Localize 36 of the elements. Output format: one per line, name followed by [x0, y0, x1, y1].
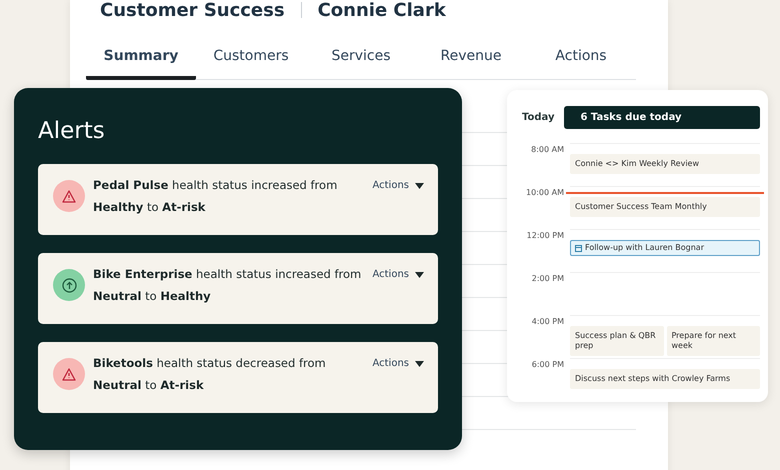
calendar-event[interactable]: Customer Success Team Monthly: [570, 197, 760, 217]
tab[interactable]: Services: [306, 38, 416, 80]
tab[interactable]: Actions: [526, 38, 636, 80]
warning-icon: [62, 368, 76, 380]
tab[interactable]: Customers: [196, 38, 306, 80]
task-event[interactable]: Follow-up with Lauren Bognar: [570, 240, 760, 256]
time-label: 2:00 PM: [530, 273, 564, 285]
time-label: 10:00 AM: [525, 187, 564, 199]
tab[interactable]: Revenue: [416, 38, 526, 80]
actions-dropdown[interactable]: Actions: [372, 269, 424, 280]
tab[interactable]: Summary: [86, 38, 196, 80]
caret-icon: [415, 360, 424, 366]
person-name: Connie Clark: [318, 0, 446, 20]
alert-message: Biketools health status decreased from Neutral to At-risk: [93, 355, 327, 394]
actions-dropdown[interactable]: Actions: [372, 180, 424, 191]
calendar-event[interactable]: Success plan & QBR prep: [570, 326, 664, 356]
actions-dropdown[interactable]: Actions: [372, 358, 424, 369]
event-title: Follow-up with Lauren Bognar: [585, 243, 704, 253]
alert-message: Pedal Pulse health status increased from Healthy to At-risk: [93, 177, 338, 216]
calendar-event[interactable]: Connie <> Kim Weekly Review: [570, 154, 760, 174]
time-label: 4:00 PM: [530, 316, 564, 328]
alerts-title: Alerts: [38, 118, 106, 144]
caret-icon: [415, 272, 424, 278]
time-label: 6:00 PM: [530, 359, 564, 371]
arrow-up-icon: [62, 278, 76, 292]
calendar-event[interactable]: Prepare for next week: [666, 326, 760, 356]
time-label: 8:00 AM: [530, 144, 564, 156]
caret-icon: [415, 182, 424, 188]
time-label: 12:00 PM: [526, 230, 564, 242]
alert-message: Bike Enterprise health status increased from Neutral to Healthy: [93, 266, 362, 305]
calendar-event[interactable]: Discuss next steps with Crowley Farms: [570, 369, 760, 389]
day-label: Today: [522, 112, 554, 123]
tasks-banner: 6 Tasks due today: [564, 106, 760, 129]
warning-icon: [62, 190, 76, 202]
calendar-icon: [575, 244, 582, 252]
team-title: Customer Success: [100, 0, 285, 20]
